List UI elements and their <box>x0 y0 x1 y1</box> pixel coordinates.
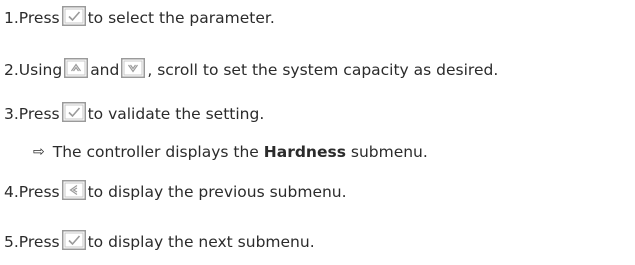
step-2: 2. Using and , scroll to set the system … <box>4 58 498 82</box>
step-number: 5. <box>4 233 19 251</box>
check-key-icon <box>61 6 86 26</box>
step-text-before: Using <box>18 61 63 79</box>
step-text-after: to select the parameter. <box>87 9 275 27</box>
step-number: 2. <box>4 61 19 79</box>
step-number: 3. <box>4 105 19 123</box>
up-key-icon <box>64 58 89 78</box>
step-text-before: Press <box>18 233 60 251</box>
step-text-before: Press <box>18 9 60 27</box>
check-key-icon <box>61 102 86 122</box>
step-number: 1. <box>4 9 19 27</box>
result-arrow-icon: ⇨ <box>33 144 45 160</box>
result-line: ⇨ The controller displays the Hardness s… <box>33 140 428 164</box>
step-3: 3. Press to validate the setting. <box>4 102 264 126</box>
step-text-after: to display the previous submenu. <box>87 183 347 201</box>
step-5: 5. Press to display the next submenu. <box>4 230 315 254</box>
result-text-after: submenu. <box>345 143 428 161</box>
step-text-after: to validate the setting. <box>87 105 265 123</box>
step-4: 4. Press to display the previous submenu… <box>4 180 347 204</box>
result-text-before: The controller displays the <box>52 143 264 161</box>
down-key-icon <box>121 58 146 78</box>
step-text-before: Press <box>18 105 60 123</box>
check-key-icon <box>61 230 86 250</box>
step-text-before: Press <box>18 183 60 201</box>
step-text-after: , scroll to set the system capacity as d… <box>147 61 499 79</box>
step-text-mid: and <box>90 61 120 79</box>
step-number: 4. <box>4 183 19 201</box>
step-text-after: to display the next submenu. <box>87 233 315 251</box>
result-bold-text: Hardness <box>263 143 346 161</box>
left-key-icon <box>61 180 86 200</box>
step-1: 1. Press to select the parameter. <box>4 6 275 30</box>
